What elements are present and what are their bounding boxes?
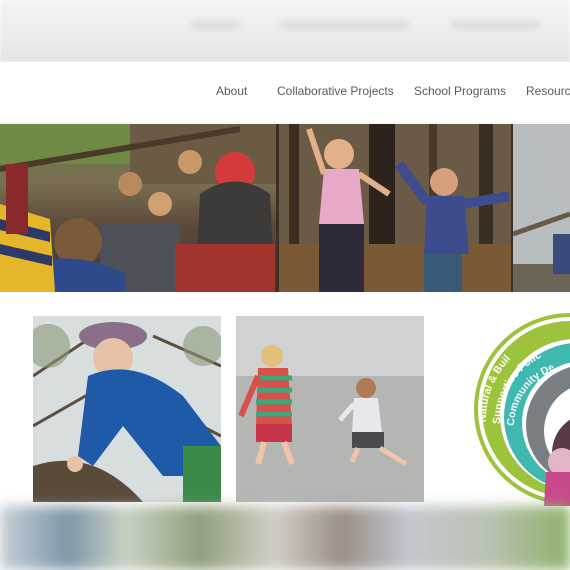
nav-item-school-programs[interactable]: School Programs bbox=[414, 84, 506, 98]
blurred-footer-area bbox=[0, 506, 570, 570]
banner-photo-collage bbox=[0, 124, 570, 292]
photo-children-jumping-forest bbox=[279, 124, 511, 292]
nav-item-about[interactable]: About bbox=[216, 84, 247, 98]
main-navigation: About Collaborative Projects School Prog… bbox=[0, 62, 570, 122]
photo-child-climbing-tree bbox=[33, 316, 221, 502]
photo-children-at-table bbox=[0, 124, 276, 292]
photo-child-in-trees bbox=[513, 124, 570, 292]
programs-circle-graphic[interactable]: Natural & Buil Supportive Polic Communit… bbox=[466, 312, 570, 506]
photo-toddlers-on-beach bbox=[236, 316, 424, 502]
nav-item-collaborative-projects[interactable]: Collaborative Projects bbox=[277, 84, 394, 98]
blurred-header-area bbox=[0, 0, 570, 62]
nav-item-resources[interactable]: Resource bbox=[526, 84, 570, 98]
